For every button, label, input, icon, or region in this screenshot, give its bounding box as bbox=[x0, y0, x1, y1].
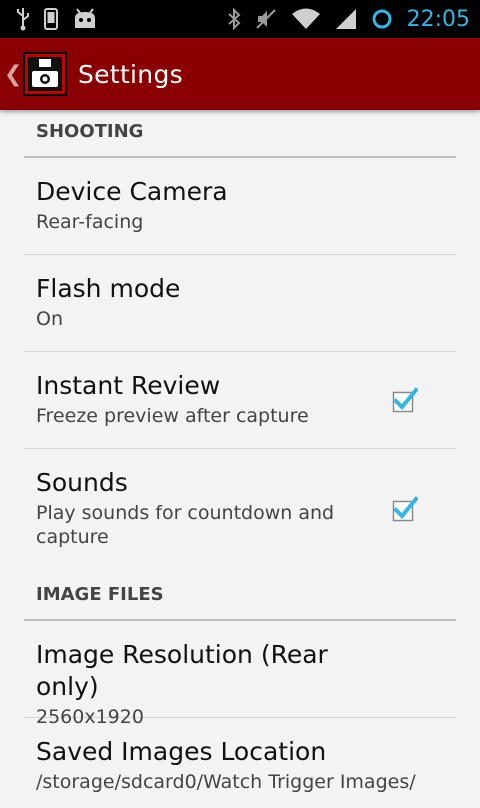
android-debug-icon bbox=[72, 8, 98, 30]
status-bar: 22:05 bbox=[0, 0, 480, 38]
page-title: Settings bbox=[78, 59, 183, 89]
pref-sounds[interactable]: Sounds Play sounds for countdown and cap… bbox=[24, 449, 456, 569]
sync-circle-icon bbox=[371, 8, 393, 30]
status-right-icons: 22:05 bbox=[227, 7, 470, 32]
category-label: SHOOTING bbox=[36, 121, 144, 142]
pref-summary: Play sounds for countdown and capture bbox=[36, 502, 335, 548]
checkbox-checked-icon[interactable] bbox=[392, 496, 419, 522]
pref-summary: Rear-facing bbox=[36, 211, 144, 233]
status-left-icons bbox=[16, 7, 98, 31]
settings-list: SHOOTING Device Camera Rear-facing Flash… bbox=[0, 110, 480, 808]
pref-summary: Freeze preview after capture bbox=[36, 405, 309, 427]
action-bar: ❮ Settings bbox=[0, 38, 480, 110]
pref-summary: On bbox=[36, 308, 63, 330]
wifi-icon bbox=[291, 8, 321, 30]
pref-instant-review[interactable]: Instant Review Freeze preview after capt… bbox=[24, 352, 456, 449]
vibrate-off-icon bbox=[255, 8, 277, 30]
up-caret-icon[interactable]: ❮ bbox=[4, 62, 22, 87]
pref-saved-images-location[interactable]: Saved Images Location /storage/sdcard0/W… bbox=[24, 718, 456, 808]
bluetooth-icon bbox=[227, 8, 241, 30]
pref-summary: /storage/sdcard0/Watch Trigger Images/ bbox=[36, 771, 416, 793]
pref-title: Device Camera bbox=[36, 177, 228, 206]
signal-icon bbox=[335, 8, 357, 30]
camera-trigger-icon[interactable] bbox=[22, 51, 68, 97]
phone-icon bbox=[44, 8, 58, 30]
pref-title: Flash mode bbox=[36, 274, 181, 303]
pref-title: Instant Review bbox=[36, 371, 221, 400]
pref-device-camera[interactable]: Device Camera Rear-facing bbox=[24, 158, 456, 255]
category-header-image-files: IMAGE FILES bbox=[24, 569, 456, 621]
category-header-shooting: SHOOTING bbox=[24, 110, 456, 158]
status-time: 22:05 bbox=[406, 6, 470, 32]
pref-title: Sounds bbox=[36, 468, 128, 497]
pref-image-resolution[interactable]: Image Resolution (Rear only) 2560x1920 bbox=[24, 621, 456, 728]
checkbox-checked-icon[interactable] bbox=[392, 387, 419, 413]
pref-title: Image Resolution (Rear only) bbox=[36, 640, 328, 701]
pref-flash-mode[interactable]: Flash mode On bbox=[24, 255, 456, 352]
usb-icon bbox=[16, 7, 30, 31]
pref-title: Saved Images Location bbox=[36, 737, 327, 766]
category-label: IMAGE FILES bbox=[36, 584, 164, 605]
